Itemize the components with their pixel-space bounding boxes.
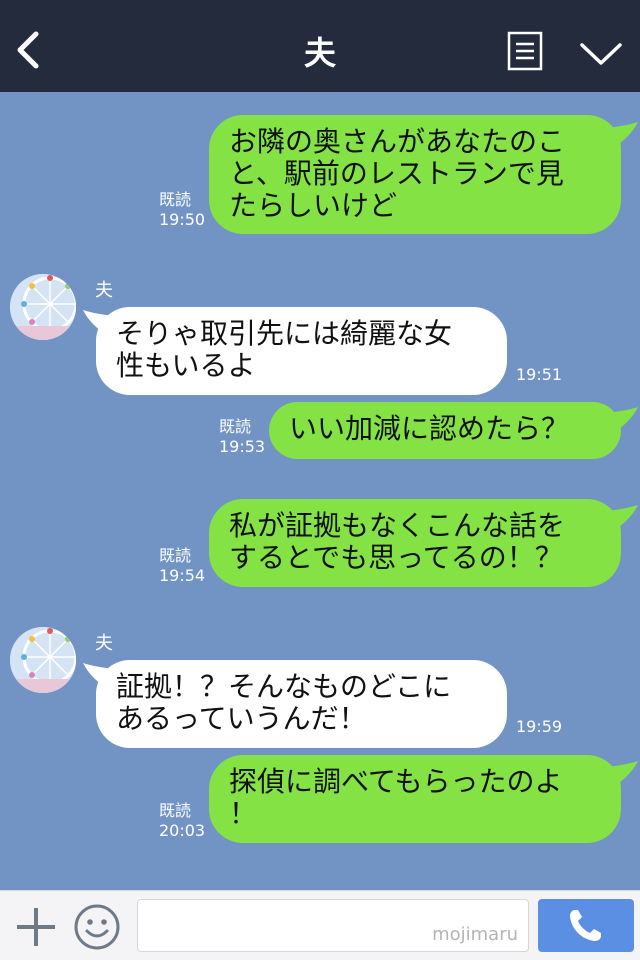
ferris-wheel-avatar-image <box>10 274 76 340</box>
message-line: するとでも思ってるの！？ <box>229 541 563 574</box>
message-line: と、駅前のレストランで見 <box>229 157 564 190</box>
menu-icon[interactable] <box>507 31 543 71</box>
ferris-wheel-avatar-image <box>10 627 76 693</box>
chat-header: 夫 <box>0 0 640 92</box>
phone-icon <box>570 910 601 941</box>
message-line: あるっていうんだ！ <box>116 702 367 735</box>
message-time: 19:53 <box>219 437 266 456</box>
message-meta: 既読 19:54 <box>159 546 205 586</box>
message-line: たらしいけど <box>229 189 398 222</box>
message-time: 19:51 <box>516 365 563 384</box>
message-meta: 既読 19:50 <box>159 190 205 230</box>
message-line: 性もいるよ <box>116 349 256 382</box>
message-time: 19:50 <box>159 210 206 229</box>
message-line: お隣の奥さんがあなたのこ <box>229 125 566 158</box>
sender-name: 夫 <box>95 280 113 301</box>
read-receipt: 既読 <box>219 417 252 436</box>
emoji-icon[interactable] <box>73 903 121 951</box>
message-line: 証拠！？そんなものどこに <box>116 670 452 703</box>
message-meta: 既読 20:03 <box>159 801 205 841</box>
message-bubble-received[interactable]: そりゃ取引先には綺麗な女 性もいるよ <box>96 307 507 395</box>
watermark: mojimaru <box>432 924 518 945</box>
call-button[interactable] <box>538 899 634 952</box>
plus-icon[interactable] <box>14 905 58 949</box>
message-line: そりゃ取引先には綺麗な女 <box>116 317 453 350</box>
message-bubble-sent[interactable]: お隣の奥さんがあなたのこ と、駅前のレストランで見 たらしいけど <box>209 115 621 234</box>
avatar[interactable] <box>10 274 76 340</box>
read-receipt: 既読 <box>159 190 192 209</box>
message-line: 私が証拠もなくこんな話を <box>229 509 566 542</box>
message-line: ！ <box>229 797 258 830</box>
message-line: いい加減に認めたら？ <box>289 412 570 445</box>
sender-name: 夫 <box>95 633 113 654</box>
chevron-down-icon[interactable] <box>579 40 623 68</box>
message-meta: 既読 19:53 <box>219 417 265 457</box>
chat-area[interactable]: お隣の奥さんがあなたのこ と、駅前のレストランで見 たらしいけど 既読 19:5… <box>0 92 640 890</box>
message-time: 19:59 <box>516 717 563 736</box>
message-bubble-received[interactable]: 証拠！？そんなものどこに あるっていうんだ！ <box>96 660 507 748</box>
message-bubble-sent[interactable]: いい加減に認めたら？ <box>269 402 621 459</box>
message-line: 探偵に調べてもらったのよ <box>229 765 563 798</box>
message-bubble-sent[interactable]: 探偵に調べてもらったのよ ！ <box>209 755 621 843</box>
read-receipt: 既読 <box>159 801 192 820</box>
message-time: 19:54 <box>159 566 206 585</box>
input-bar: mojimaru <box>0 890 640 960</box>
avatar[interactable] <box>10 627 76 693</box>
message-bubble-sent[interactable]: 私が証拠もなくこんな話を するとでも思ってるの！？ <box>209 499 621 587</box>
chat-title: 夫 <box>303 34 336 72</box>
message-time: 20:03 <box>159 821 206 840</box>
read-receipt: 既読 <box>159 546 192 565</box>
message-input[interactable]: mojimaru <box>137 899 529 952</box>
